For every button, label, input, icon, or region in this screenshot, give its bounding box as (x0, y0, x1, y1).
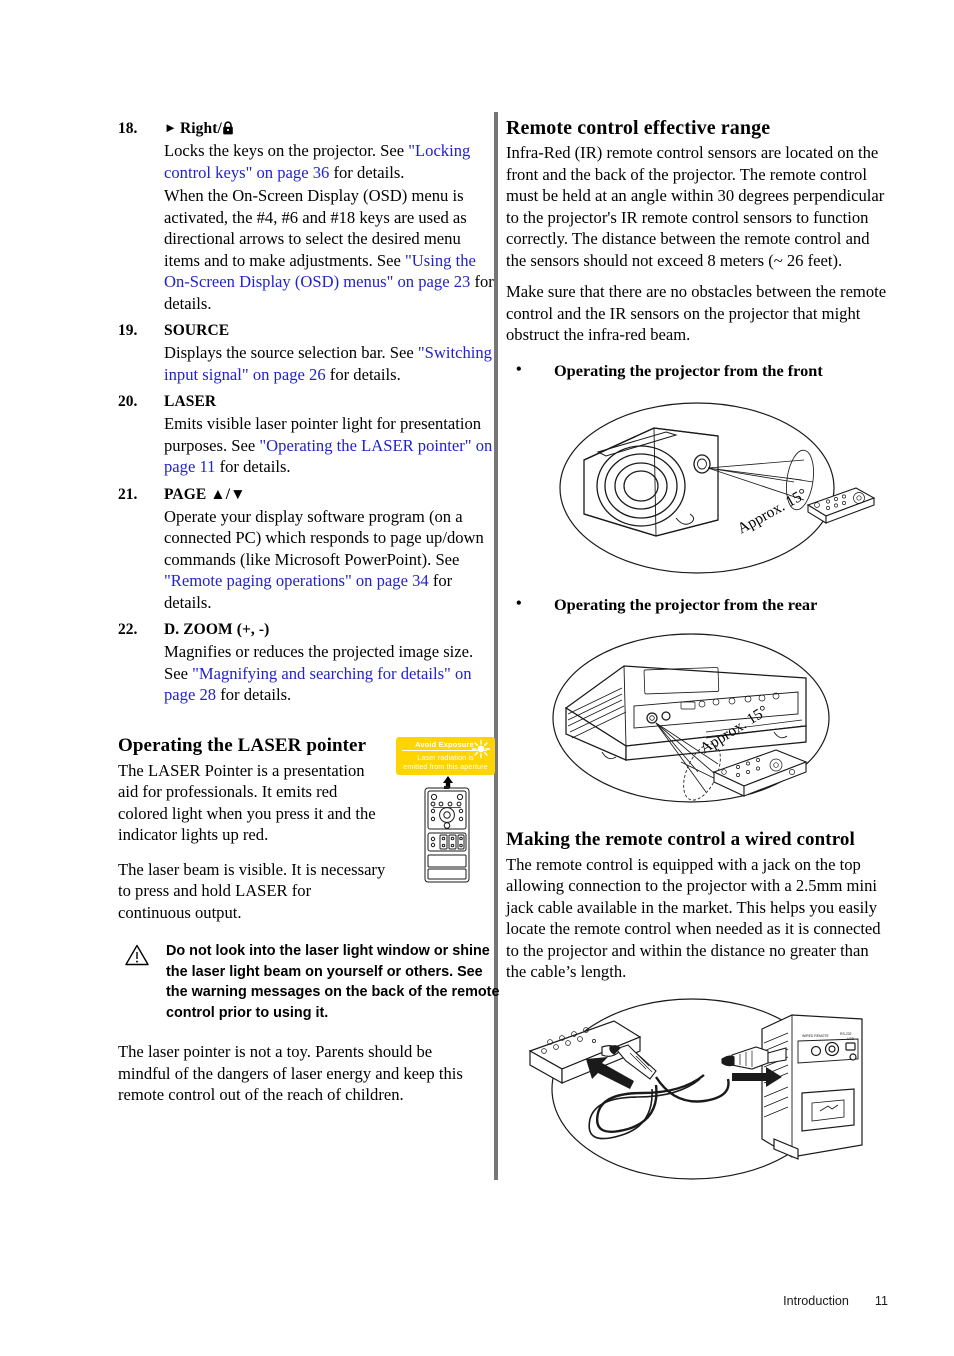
list-number-20: 20. (118, 393, 138, 410)
laser-paragraph-2: The laser beam is visible. It is necessa… (118, 859, 386, 922)
list-term-18-text: Right/ (179, 120, 222, 137)
bullet-rear-label: Operating the projector from the rear (554, 594, 818, 614)
figure-front-angle-label: Approx. 15° (735, 485, 810, 537)
footer-page-number: 11 (874, 1294, 888, 1308)
range-paragraph-2: Make sure that there are no obstacles be… (506, 282, 887, 344)
right-column: Remote control effective range Infra-Red… (506, 116, 888, 1194)
list-term-19: SOURCE (164, 322, 230, 339)
svg-text:USB: USB (847, 1037, 855, 1041)
wired-paragraph-1: The remote control is equipped with a ja… (506, 854, 881, 982)
bullet-dot-icon: • (516, 360, 522, 378)
figure-front-operation: Approx. 15° (506, 388, 888, 584)
list-item-21: 21. PAGE ▲/▼ Operate your display softwa… (118, 484, 500, 614)
list-body-21: Operate your display software program (o… (164, 506, 484, 612)
page-footer: Introduction 11 (783, 1294, 888, 1308)
list-item-22: 22. D. ZOOM (+, -) Magnifies or reduces … (118, 619, 500, 706)
link-magnifying-searching[interactable]: "Magnifying and searching for details" o… (164, 664, 472, 705)
list-number-22: 22. (118, 621, 138, 638)
list-number-19: 19. (118, 322, 138, 339)
list-item-20: 20. LASER Emits visible laser pointer li… (118, 391, 500, 478)
link-remote-paging-operations[interactable]: "Remote paging operations" on page 34 (164, 571, 429, 590)
list-body-18-p2: When the On-Screen Display (OSD) menu is… (164, 186, 494, 313)
triangle-right-icon: ► (164, 120, 177, 135)
list-body-18-p1: Locks the keys on the projector. See "Lo… (164, 141, 471, 182)
list-body-19: Displays the source selection bar. See "… (164, 343, 492, 384)
bullet-front: • Operating the projector from the front (506, 360, 888, 382)
svg-text:RS-232: RS-232 (840, 1032, 852, 1036)
figure-wired-connection: WIRED REMOTE RS-232 USB (506, 989, 888, 1194)
bullet-rear: • Operating the projector from the rear (506, 594, 888, 616)
laser-warning-sticker: Avoid Exposure Laser radiation is emitte… (396, 737, 495, 775)
svg-text:WIRED REMOTE: WIRED REMOTE (802, 1034, 829, 1038)
heading-remote-effective-range: Remote control effective range (506, 117, 771, 139)
list-number-21: 21. (118, 485, 138, 503)
list-term-21: PAGE ▲/▼ (164, 485, 246, 503)
bullet-front-label: Operating the projector from the front (554, 360, 823, 380)
warning-triangle-icon (124, 943, 150, 967)
list-body-22: Magnifies or reduces the projected image… (164, 642, 474, 705)
range-paragraph-1: Infra-Red (IR) remote control sensors ar… (506, 143, 885, 270)
list-term-18: ► Right/ (164, 118, 500, 139)
laser-paragraph-1: The LASER Pointer is a presentation aid … (118, 760, 376, 845)
list-number-18: 18. (118, 120, 138, 137)
list-item-19: 19. SOURCE Displays the source selection… (118, 320, 500, 385)
sticker-line-3: emitted from this aperture (403, 762, 488, 771)
list-body-20: Emits visible laser pointer light for pr… (164, 414, 493, 476)
heading-wired-control: Making the remote control a wired contro… (506, 828, 855, 850)
laser-warning-text: Do not look into the laser light window … (166, 943, 500, 1021)
bullet-dot-icon: • (516, 594, 522, 612)
laser-warning-block: Do not look into the laser light window … (118, 941, 500, 1023)
remote-control-illustration (419, 786, 475, 884)
laser-burst-icon (471, 739, 491, 759)
figure-rear-operation: Approx. 15° (506, 622, 888, 812)
list-term-20: LASER (164, 393, 217, 410)
left-column: 18. ► Right/ Locks the keys on the projec… (118, 118, 500, 1118)
lock-icon (222, 121, 234, 135)
list-term-22: D. ZOOM (+, -) (164, 621, 270, 638)
manual-page: 18. ► Right/ Locks the keys on the projec… (0, 0, 954, 1356)
list-item-18: 18. ► Right/ Locks the keys on the projec… (118, 118, 500, 314)
laser-paragraph-3: The laser pointer is not a toy. Parents … (118, 1042, 463, 1104)
footer-section-label: Introduction (783, 1294, 849, 1308)
